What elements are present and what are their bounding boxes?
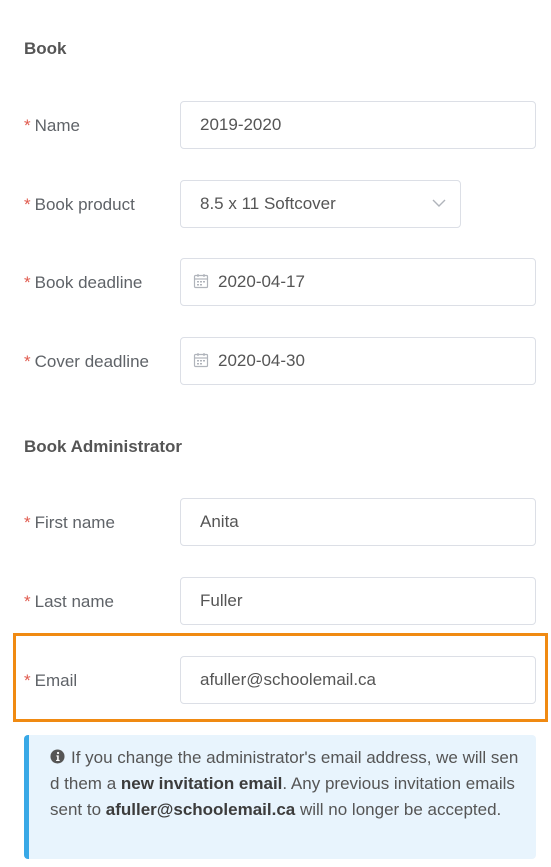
first-name-input[interactable]: Anita [180, 498, 536, 546]
book-deadline-row: * Book deadline 2020-04-17 [0, 258, 551, 308]
notice-text-bold1: new invitation email [120, 774, 283, 793]
email-input[interactable]: afuller@schoolemail.ca [180, 656, 536, 704]
email-change-notice: If you change the administrator's email … [24, 735, 536, 859]
book-deadline-value: 2020-04-17 [218, 272, 305, 291]
name-input[interactable]: 2019-2020 [180, 101, 536, 149]
email-row: * Email afuller@schoolemail.ca [0, 656, 551, 706]
first-name-label: * First name [24, 513, 115, 532]
first-name-row: * First name Anita [0, 498, 551, 548]
required-mark: * [24, 352, 31, 371]
required-mark: * [24, 671, 31, 690]
book-section-title: Book [24, 39, 67, 58]
book-deadline-input[interactable]: 2020-04-17 [180, 258, 536, 306]
chevron-down-icon [432, 199, 446, 207]
required-mark: * [24, 592, 31, 611]
book-product-row: * Book product 8.5 x 11 Softcover [0, 180, 551, 230]
required-mark: * [24, 273, 31, 292]
calendar-icon [193, 352, 209, 367]
last-name-row: * Last name Fuller [0, 577, 551, 627]
last-name-label: * Last name [24, 592, 115, 611]
required-mark: * [24, 116, 31, 135]
book-product-select[interactable]: 8.5 x 11 Softcover [180, 180, 461, 228]
name-label: * Name [24, 116, 80, 135]
book-administrator-section-title: Book Administrator [24, 437, 183, 456]
required-mark: * [24, 195, 31, 214]
book-deadline-label: * Book deadline [24, 273, 143, 292]
notice-text-bold2: afuller@schoolemail.ca [105, 800, 296, 819]
calendar-icon [193, 273, 209, 288]
name-row: * Name 2019-2020 [0, 101, 551, 151]
cover-deadline-value: 2020-04-30 [218, 351, 305, 370]
cover-deadline-label: * Cover deadline [24, 352, 149, 371]
cover-deadline-row: * Cover deadline 2020-04-30 [0, 337, 551, 387]
last-name-input[interactable]: Fuller [180, 577, 536, 625]
notice-text-part3: will no longer be accepted. [295, 800, 502, 819]
info-icon [50, 749, 65, 764]
required-mark: * [24, 513, 31, 532]
email-label: * Email [24, 671, 78, 690]
cover-deadline-input[interactable]: 2020-04-30 [180, 337, 536, 385]
book-product-label: * Book product [24, 195, 135, 214]
book-product-value: 8.5 x 11 Softcover [200, 194, 336, 213]
